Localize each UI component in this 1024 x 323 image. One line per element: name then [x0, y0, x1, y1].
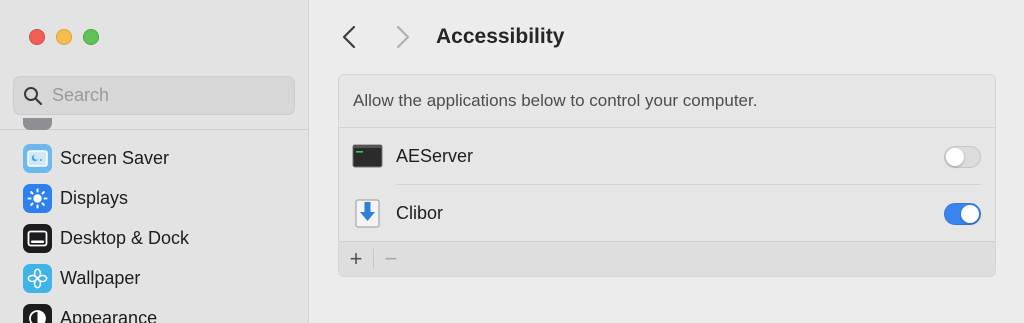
toggle-knob — [946, 147, 964, 166]
chevron-left-icon[interactable] — [339, 24, 361, 50]
app-row-clibor: Clibor — [339, 185, 995, 242]
sidebar-item-desktop-dock[interactable]: Desktop & Dock — [0, 218, 308, 258]
search-field[interactable] — [13, 76, 295, 115]
sidebar-item-label: Desktop & Dock — [60, 227, 190, 248]
search-input[interactable] — [52, 85, 272, 106]
app-name: AEServer — [396, 146, 474, 166]
desktop-dock-icon — [23, 223, 52, 253]
app-toggle-aeserver[interactable] — [944, 145, 981, 168]
search-icon — [23, 86, 43, 106]
app-toggle-clibor[interactable] — [944, 202, 981, 225]
minimize-window-button[interactable] — [56, 29, 72, 45]
appearance-icon — [23, 303, 52, 323]
panel-description: Allow the applications below to control … — [339, 75, 995, 128]
displays-icon — [23, 183, 52, 213]
screen-saver-icon — [23, 143, 52, 173]
sidebar-item-partial[interactable] — [0, 118, 308, 130]
toggle-knob — [961, 204, 979, 223]
close-window-button[interactable] — [29, 29, 45, 45]
accessibility-apps-panel: Allow the applications below to control … — [338, 74, 996, 277]
remove-button[interactable]: − — [374, 242, 408, 276]
sidebar-item-label: Screen Saver — [60, 147, 170, 168]
app-row-aeserver: AEServer — [339, 128, 995, 185]
sidebar-list: Screen Saver Displays Desktop & Dock Wal… — [0, 118, 308, 323]
sidebar-item-appearance[interactable]: Appearance — [0, 298, 308, 323]
chevron-right-icon[interactable] — [391, 24, 413, 50]
page-title: Accessibility — [436, 25, 565, 48]
sidebar-item-screen-saver[interactable]: Screen Saver — [0, 138, 308, 178]
clibor-app-icon — [352, 198, 383, 229]
partial-item-icon — [23, 118, 52, 130]
sidebar: Screen Saver Displays Desktop & Dock Wal… — [0, 0, 309, 323]
panel-footer: + − — [339, 241, 995, 276]
sidebar-item-label: Displays — [60, 187, 129, 208]
window-controls — [29, 29, 99, 45]
terminal-app-icon — [352, 141, 383, 172]
content-area: Accessibility Allow the applications bel… — [309, 0, 1024, 323]
sidebar-item-displays[interactable]: Displays — [0, 178, 308, 218]
system-settings-window: Screen Saver Displays Desktop & Dock Wal… — [0, 0, 1024, 323]
wallpaper-icon — [23, 263, 52, 293]
sidebar-item-wallpaper[interactable]: Wallpaper — [0, 258, 308, 298]
zoom-window-button[interactable] — [83, 29, 99, 45]
sidebar-item-label: Appearance — [60, 307, 158, 323]
add-button[interactable]: + — [339, 242, 373, 276]
sidebar-item-label: Wallpaper — [60, 267, 141, 288]
app-name: Clibor — [396, 203, 444, 223]
